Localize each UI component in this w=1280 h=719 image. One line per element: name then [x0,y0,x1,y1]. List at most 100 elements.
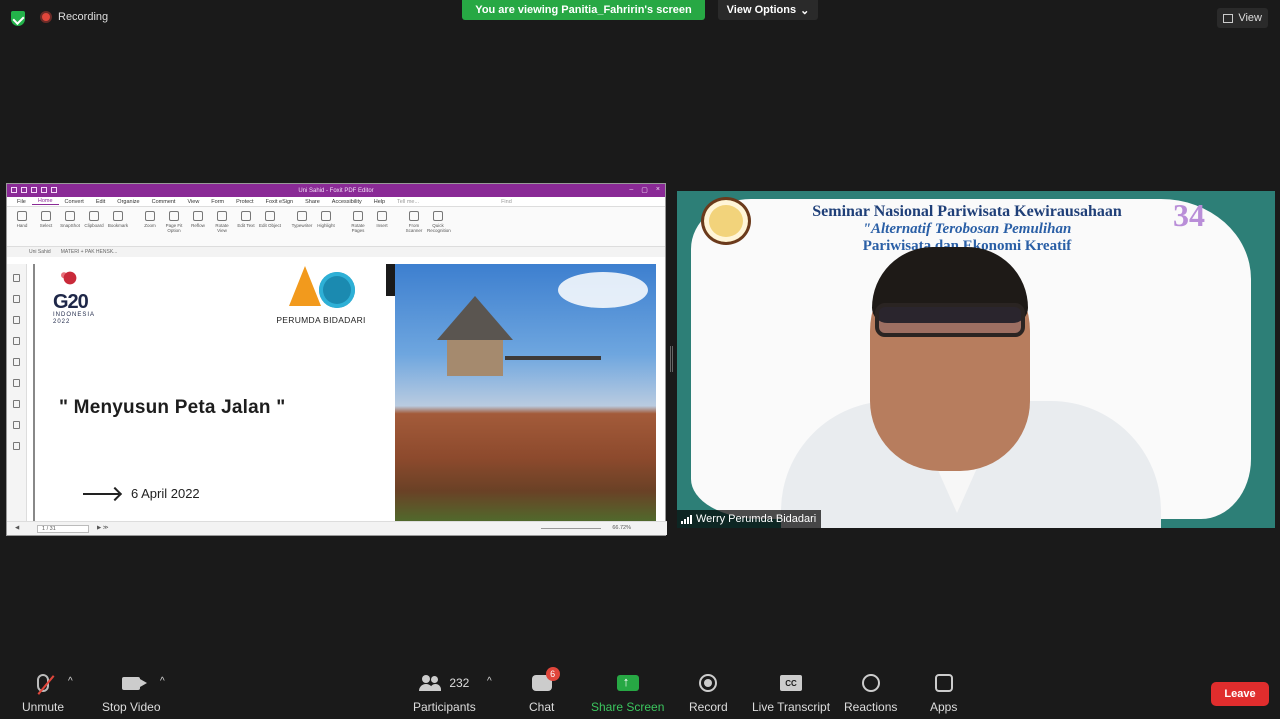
audio-options-caret[interactable]: ^ [68,676,73,687]
ribbon-bookmark-button[interactable]: Bookmark [107,211,129,242]
viewing-banner: You are viewing Panitia_Fahririn's scree… [462,0,705,20]
pdf-menu-protect[interactable]: Protect [230,199,259,205]
layers-panel-icon[interactable] [13,337,20,345]
perumda-name: PERUMDA BIDADARI [276,315,366,325]
camera-icon [122,676,148,690]
recording-dot-icon [40,11,52,23]
pdf-menu-form[interactable]: Form [205,199,230,205]
participants-options-caret[interactable]: ^ [487,676,492,687]
comments-panel-icon[interactable] [13,316,20,324]
zoom-level[interactable]: 66.72% [612,525,631,531]
attachments-panel-icon[interactable] [13,358,20,366]
pdf-status-bar: ◀ 1 / 31 ▶ ≫ 66.72% [7,521,667,535]
ribbon-snapshot-button[interactable]: SnapShot [59,211,81,242]
ribbon-label: Zoom [144,223,156,228]
stop-video-button[interactable]: Stop Video [102,670,161,714]
pdf-menu-help[interactable]: Help [368,199,391,205]
pdf-menu-comment[interactable]: Comment [146,199,182,205]
apps-label: Apps [930,700,958,714]
bookmark-panel-icon[interactable] [13,274,20,282]
doc-tab-materi[interactable]: MATERI + PAK HENSK... [61,249,118,255]
pdf-menu-home[interactable]: Home [31,198,59,205]
participants-label: Participants [413,700,476,714]
security-shield-icon[interactable] [11,11,25,26]
pdf-menu-file[interactable]: File [11,199,32,205]
chat-button[interactable]: 6 Chat [529,667,560,714]
destinations-panel-icon[interactable] [13,442,20,450]
recording-indicator[interactable]: Recording [40,11,108,23]
record-button[interactable]: Record [689,670,728,714]
ribbon-label: Select [39,223,53,228]
split-handle[interactable] [670,346,673,372]
ribbon-typewriter-button[interactable]: Typewriter [291,211,313,242]
ribbon-insert-button[interactable]: Insert [371,211,393,242]
labuan-bajo-photo [395,264,656,522]
ribbon-page-fit-option-button[interactable]: Page Fit Option [163,211,185,242]
edit-text-icon [241,211,251,221]
ribbon-quick-recognition-button[interactable]: Quick Recognition [427,211,451,242]
ribbon-zoom-button[interactable]: Zoom [139,211,161,242]
reactions-button[interactable]: Reactions [844,670,897,714]
view-button[interactable]: View [1217,8,1268,28]
ribbon-highlight-button[interactable]: Highlight [315,211,337,242]
signature-panel-icon[interactable] [13,421,20,429]
unmute-button[interactable]: Unmute [22,670,64,714]
pdf-menu-view[interactable]: View [181,199,205,205]
leave-button[interactable]: Leave [1211,682,1269,706]
ribbon-label: Rotate Pages [351,223,365,233]
pdf-menu-share[interactable]: Share [299,199,326,205]
typewriter-icon [297,211,307,221]
ribbon-rotate-view-button[interactable]: Rotate View [211,211,233,242]
pdf-menu-foxit-esign[interactable]: Foxit eSign [260,199,300,205]
share-screen-button[interactable]: Share Screen [591,670,664,714]
window-controls[interactable]: – ▢ × [629,186,660,194]
pdf-menu-organize[interactable]: Organize [111,199,145,205]
doc-tab-uni-sahid[interactable]: Uni Sahid [29,249,51,255]
next-page-icon[interactable]: ▶ ≫ [97,525,109,531]
pdf-menu-accessibility[interactable]: Accessibility [326,199,368,205]
quick-access-toolbar[interactable] [11,187,57,193]
shared-screen[interactable]: Uni Sahid - Foxit PDF Editor – ▢ × File Hom… [6,183,667,536]
ribbon-rotate-pages-button[interactable]: Rotate Pages [347,211,369,242]
meeting-toolbar: Unmute ^ Stop Video ^ 232 Participants ^… [0,664,1280,719]
pdf-ribbon: Hand Select SnapShot Clipboard Bookmark Zoom P… [7,207,665,247]
bookmark-icon [113,211,123,221]
pdf-side-panel [7,264,27,522]
anniversary-logo: 34 [1173,197,1205,233]
view-label: View [1238,12,1262,24]
ribbon-reflow-button[interactable]: Reflow [187,211,209,242]
pdf-window-title: Uni Sahid - Foxit PDF Editor [298,187,374,194]
participants-button[interactable]: 232 Participants [413,670,476,714]
speaker-video[interactable]: Seminar Nasional Pariwisata Kewirausahaa… [677,191,1275,528]
ribbon-label: From Scanner [405,223,423,233]
pdf-menu-convert[interactable]: Convert [59,199,90,205]
ribbon-label: Quick Recognition [427,223,451,233]
video-options-caret[interactable]: ^ [160,676,165,687]
apps-button[interactable]: Apps [930,670,957,714]
tell-me-search[interactable]: Tell me... [391,199,425,205]
page-fit-option-icon [169,211,179,221]
ribbon-label: Bookmark [107,223,129,228]
page-number-field[interactable]: 1 / 31 [37,525,89,533]
ribbon-from-scanner-button[interactable]: From Scanner [403,211,425,242]
grid-view-icon [1223,13,1234,23]
chat-badge: 6 [545,667,560,681]
perumda-logo: PERUMDA BIDADARI [271,266,371,325]
live-transcript-button[interactable]: CC Live Transcript [752,670,830,714]
first-page-icon[interactable]: ◀ [15,525,19,531]
view-options-button[interactable]: View Options ⌄ [718,0,818,20]
pdf-menu-edit[interactable]: Edit [90,199,111,205]
ribbon-clipboard-button[interactable]: Clipboard [83,211,105,242]
pages-panel-icon[interactable] [13,295,20,303]
ribbon-edit-object-button[interactable]: Edit Object [259,211,281,242]
zoom-icon [145,211,155,221]
article-panel-icon[interactable] [13,400,20,408]
security-panel-icon[interactable] [13,379,20,387]
g20-logo: G20 INDONESIA 2022 [53,264,113,326]
insert-icon [377,211,387,221]
ribbon-edit-text-button[interactable]: Edit Text [235,211,257,242]
find-field[interactable]: Find [495,199,518,205]
zoom-slider[interactable] [541,528,601,529]
ribbon-select-button[interactable]: Select [35,211,57,242]
ribbon-hand-button[interactable]: Hand [11,211,33,242]
